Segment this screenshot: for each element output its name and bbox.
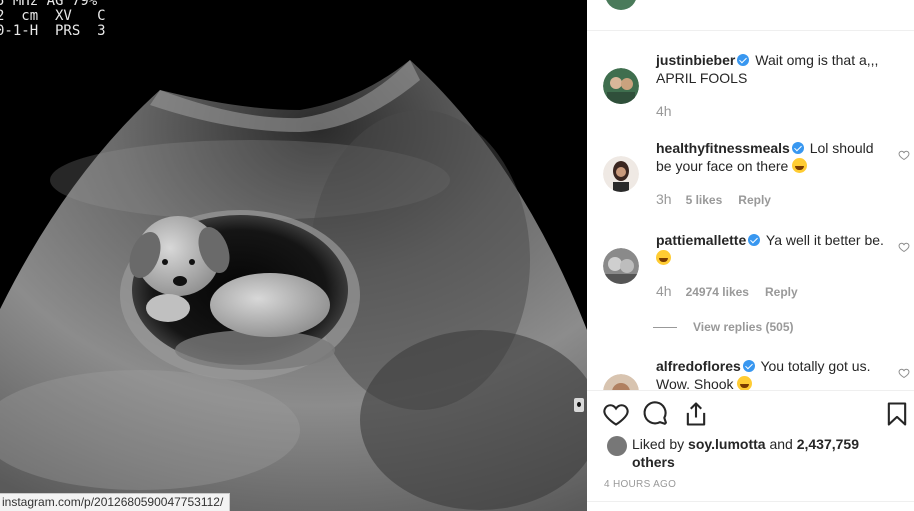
comment-text: healthyfitnessmeals Lol should be your f…	[656, 139, 888, 175]
verified-badge-icon	[737, 54, 750, 66]
verified-badge-icon	[791, 142, 804, 154]
comment-meta: 4h	[656, 103, 686, 119]
comment-username[interactable]: alfredoflores	[656, 358, 741, 374]
ultrasound-overlay-text: 5 MHz AG 79% 2 cm XV C 0-1-H PRS 3	[0, 0, 106, 39]
grinning-squinting-face-icon	[656, 250, 671, 265]
post-media[interactable]: 5 MHz AG 79% 2 cm XV C 0-1-H PRS 3	[0, 0, 587, 511]
likes-text: Liked by soy.lumotta and 2,437,759 other…	[632, 435, 892, 471]
divider	[587, 501, 914, 502]
reply-button[interactable]: Reply	[765, 285, 798, 299]
heart-icon[interactable]	[602, 400, 630, 428]
face-screaming-icon	[737, 376, 753, 390]
bookmark-icon[interactable]	[883, 400, 911, 428]
liker-username[interactable]: soy.lumotta	[688, 436, 766, 452]
avatar-alfredoflores[interactable]	[603, 374, 639, 390]
comment-meta: 3h 5 likes Reply	[656, 191, 787, 207]
view-replies-button[interactable]: View replies (505)	[653, 320, 794, 334]
comment-icon[interactable]	[642, 400, 670, 428]
ultrasound-image	[0, 60, 587, 511]
comment-likes-count[interactable]: 5 likes	[686, 193, 723, 207]
comment-time[interactable]: 3h	[656, 191, 672, 207]
comment-body: Ya well it better be.	[765, 232, 884, 248]
ultrasound-header-line3: 0-1-H PRS 3	[0, 23, 106, 39]
verified-badge-icon	[748, 234, 761, 246]
avatar-justinbieber[interactable]	[603, 68, 639, 104]
comment-likes-count[interactable]: 24974 likes	[686, 285, 749, 299]
verified-badge-icon	[742, 360, 755, 372]
comments-panel: justinbieber Wait omg is that a,,, APRIL…	[587, 0, 914, 511]
comment-username[interactable]: justinbieber	[656, 52, 735, 68]
comment-like-heart-icon[interactable]	[898, 149, 910, 161]
liker-avatar[interactable]	[607, 436, 627, 456]
comment-like-heart-icon[interactable]	[898, 367, 910, 379]
comment-username[interactable]: pattiemallette	[656, 232, 746, 248]
liked-by-prefix: Liked by	[632, 436, 685, 452]
face-with-tears-of-joy-icon	[792, 158, 808, 173]
reply-button[interactable]: Reply	[738, 193, 771, 207]
comments-list[interactable]: justinbieber Wait omg is that a,,, APRIL…	[587, 31, 914, 390]
comment-text: justinbieber Wait omg is that a,,, APRIL…	[656, 51, 888, 87]
browser-status-url: instagram.com/p/2012680590047753112/	[0, 493, 231, 511]
comment-time[interactable]: 4h	[656, 103, 672, 119]
ultrasound-header-line2: 2 cm XV C	[0, 8, 106, 24]
post-actions: Liked by soy.lumotta and 2,437,759 other…	[587, 391, 914, 511]
comment-text: pattiemallette Ya well it better be.	[656, 231, 888, 267]
view-replies-label: View replies (505)	[693, 320, 794, 334]
comment-username[interactable]: healthyfitnessmeals	[656, 140, 790, 156]
post-author-avatar[interactable]	[605, 0, 637, 10]
post-timestamp[interactable]: 4 HOURS AGO	[604, 479, 676, 490]
comment-meta: 4h 24974 likes Reply	[656, 283, 814, 299]
share-icon[interactable]	[682, 400, 710, 428]
avatar-pattiemallette[interactable]	[603, 248, 639, 284]
comment-like-heart-icon[interactable]	[898, 241, 910, 253]
comment-text: alfredoflores You totally got us. Wow. S…	[656, 357, 888, 390]
likes-and: and	[769, 436, 793, 452]
comment-time[interactable]: 4h	[656, 283, 672, 299]
ultrasound-marker-icon	[574, 398, 584, 412]
avatar-healthyfitnessmeals[interactable]	[603, 156, 639, 192]
divider	[653, 327, 677, 329]
